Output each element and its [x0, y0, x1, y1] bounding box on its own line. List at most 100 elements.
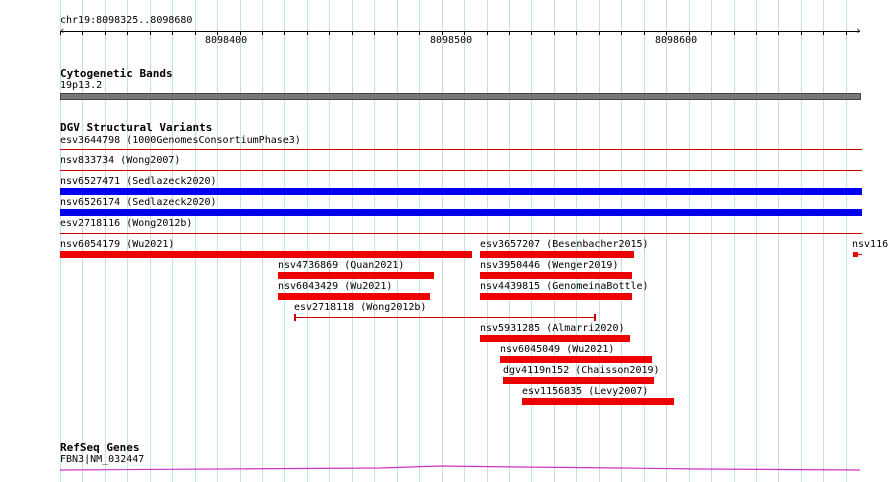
minor-tick: [509, 31, 510, 35]
variant-feature[interactable]: [60, 233, 862, 234]
region-label: chr19:8098325..8098680: [60, 15, 193, 26]
variant-feature[interactable]: [60, 209, 862, 216]
variant-feature[interactable]: [278, 272, 434, 279]
minor-tick: [150, 31, 151, 35]
minor-tick: [846, 31, 847, 35]
feature-label: esv3644798 (1000GenomesConsortiumPhase3): [60, 135, 301, 146]
grid-line: [778, 0, 779, 482]
variant-feature[interactable]: [480, 335, 630, 342]
minor-tick: [599, 31, 600, 35]
minor-tick: [464, 31, 465, 35]
grid-line: [666, 0, 667, 482]
minor-tick: [823, 31, 824, 35]
grid-line: [352, 0, 353, 482]
minor-tick: [644, 31, 645, 35]
minor-tick: [217, 31, 218, 35]
minor-tick: [711, 31, 712, 35]
variant-feature[interactable]: [522, 398, 674, 405]
grid-line: [442, 0, 443, 482]
minor-tick: [262, 31, 263, 35]
variant-feature[interactable]: [503, 377, 654, 384]
grid-line: [397, 0, 398, 482]
variant-feature[interactable]: [60, 188, 862, 195]
minor-tick: [127, 31, 128, 35]
feature-label: nsv6527471 (Sedlazeck2020): [60, 176, 217, 187]
minor-tick: [756, 31, 757, 35]
variant-feature[interactable]: [60, 251, 472, 258]
grid-line: [756, 0, 757, 482]
minor-tick: [666, 31, 667, 35]
feature-label: nsv6054179 (Wu2021): [60, 239, 175, 250]
feature-label: nsv4439815 (GenomeinaBottle): [480, 281, 649, 292]
gene-model[interactable]: [0, 460, 890, 480]
feature-label: nsv6045049 (Wu2021): [500, 344, 615, 355]
feature-label: esv2718118 (Wong2012b): [294, 302, 427, 313]
feature-label: nsv3950446 (Wenger2019): [480, 260, 619, 271]
variant-feature[interactable]: [480, 251, 634, 258]
track-title-dgv[interactable]: DGV Structural Variants: [60, 122, 212, 134]
grid-line: [734, 0, 735, 482]
minor-tick: [329, 31, 330, 35]
grid-line: [217, 0, 218, 482]
minor-tick: [801, 31, 802, 35]
variant-feature[interactable]: [60, 149, 862, 150]
minor-tick: [531, 31, 532, 35]
feature-label: esv3657207 (Besenbacher2015): [480, 239, 649, 250]
variant-feature-tail: [857, 254, 862, 255]
minor-tick: [487, 31, 488, 35]
minor-tick: [240, 31, 241, 35]
variant-feature[interactable]: [278, 293, 430, 300]
grid-line: [307, 0, 308, 482]
feature-label: nsv6526174 (Sedlazeck2020): [60, 197, 217, 208]
genome-browser-view[interactable]: chr19:8098325..8098680 ‹ › 8098400 80985…: [0, 0, 890, 482]
grid-line: [689, 0, 690, 482]
minor-tick: [419, 31, 420, 35]
track-title-refseq[interactable]: RefSeq Genes: [60, 442, 139, 454]
variant-feature[interactable]: [500, 356, 652, 363]
feature-label: nsv4736869 (Quan2021): [278, 260, 405, 271]
grid-line: [284, 0, 285, 482]
feature-label: nsv833734 (Wong2007): [60, 155, 181, 166]
minor-tick: [105, 31, 106, 35]
minor-tick: [442, 31, 443, 35]
minor-tick: [307, 31, 308, 35]
minor-tick: [352, 31, 353, 35]
grid-line: [846, 0, 847, 482]
grid-line: [262, 0, 263, 482]
grid-line: [823, 0, 824, 482]
grid-line: [419, 0, 420, 482]
feature-label: esv1156835 (Levy2007): [522, 386, 649, 397]
variant-feature[interactable]: [480, 293, 632, 300]
minor-tick: [397, 31, 398, 35]
minor-tick: [374, 31, 375, 35]
grid-line: [801, 0, 802, 482]
minor-tick: [82, 31, 83, 35]
minor-tick: [172, 31, 173, 35]
minor-tick: [554, 31, 555, 35]
grid-line: [711, 0, 712, 482]
arrow-right-icon: ›: [855, 24, 862, 37]
minor-tick: [689, 31, 690, 35]
minor-tick: [576, 31, 577, 35]
grid-line: [195, 0, 196, 482]
grid-line: [329, 0, 330, 482]
ruler-tick-label: 8098400: [205, 35, 248, 46]
ruler-tick-label: 8098500: [430, 35, 473, 46]
minor-tick: [284, 31, 285, 35]
grid-line: [240, 0, 241, 482]
minor-tick: [60, 31, 61, 35]
feature-label: esv2718116 (Wong2012b): [60, 218, 193, 229]
variant-feature[interactable]: [480, 272, 632, 279]
minor-tick: [734, 31, 735, 35]
feature-label: dgv4119n152 (Chaisson2019): [503, 365, 660, 376]
cytoband-bar[interactable]: [60, 93, 861, 100]
cytoband-label: 19p13.2: [60, 80, 103, 91]
variant-feature[interactable]: [60, 170, 862, 171]
minor-tick: [778, 31, 779, 35]
grid-line: [374, 0, 375, 482]
feature-label: nsv116: [852, 239, 889, 250]
track-title-cytobands[interactable]: Cytogenetic Bands: [60, 68, 173, 80]
grid-line: [464, 0, 465, 482]
minor-tick: [621, 31, 622, 35]
feature-label: nsv5931285 (Almarri2020): [480, 323, 625, 334]
